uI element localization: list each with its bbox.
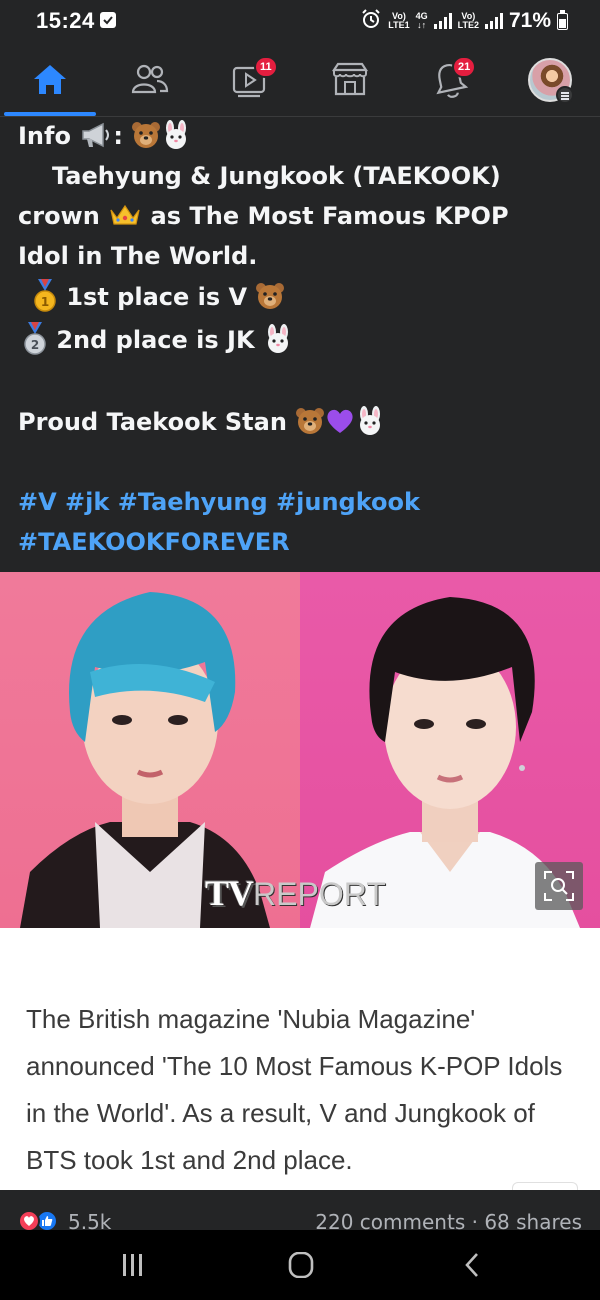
battery-icon (557, 9, 568, 30)
zoom-icon (544, 871, 574, 901)
tab-home[interactable] (0, 44, 100, 116)
tab-notifications[interactable]: 21 (400, 44, 500, 116)
hashtag-link[interactable]: #jungkook (276, 488, 420, 516)
post-line: 2 2nd place is JK (18, 319, 588, 362)
status-bar: 15:24 Vo) LTE1 4G ↓↑ Vo) LTE2 71% (0, 0, 600, 44)
back-button[interactable] (434, 1230, 514, 1300)
engagement-stats: 220 comments · 68 shares (315, 1210, 582, 1230)
gold-medal-icon: 1 (34, 279, 56, 312)
tab-marketplace[interactable] (300, 44, 400, 116)
marketplace-icon (331, 62, 369, 96)
notifications-badge: 21 (452, 56, 477, 78)
post-line: Proud Taekook Stan (18, 402, 588, 442)
status-time: 15:24 (36, 8, 95, 33)
post-line: Idol in The World. (18, 242, 258, 270)
tvreport-watermark: TVREPORT (205, 873, 386, 913)
post-photo[interactable]: TVREPORT (0, 572, 600, 928)
post-line: crown as The Most Famous KPOP (18, 202, 509, 230)
post-line: 1 1st place is V (18, 276, 588, 319)
stats-separator: · (471, 1210, 478, 1230)
article-preview[interactable]: The British magazine 'Nubia Magazine' an… (0, 928, 600, 1195)
bear-icon (132, 122, 161, 148)
signal-icon (484, 13, 503, 29)
status-icons: Vo) LTE1 4G ↓↑ Vo) LTE2 71% (360, 6, 568, 36)
post-line: Info : (18, 116, 588, 156)
back-icon (465, 1253, 478, 1277)
post-line: Taehyung & Jungkook (TAEKOOK) (52, 162, 501, 190)
silver-medal-icon: 2 (24, 322, 46, 355)
shares-link[interactable]: 68 shares (484, 1210, 582, 1230)
bunny-icon (267, 324, 288, 353)
network-type: 4G ↓↑ (415, 11, 428, 30)
bear-icon (256, 283, 285, 309)
hashtag-link[interactable]: #V (18, 488, 57, 516)
comments-link[interactable]: 220 comments (315, 1210, 465, 1230)
signal-icon (433, 13, 452, 29)
avatar-menu-icon (556, 86, 574, 104)
watch-badge: 11 (254, 56, 278, 78)
check-notification-icon (100, 12, 116, 28)
sim2-indicator: Vo) LTE2 (457, 11, 479, 30)
crown-icon (110, 204, 140, 225)
recents-button[interactable] (94, 1230, 174, 1300)
bear-icon (296, 408, 325, 434)
purple-heart-icon (327, 409, 353, 433)
reactions-bar: 5.5k 220 comments · 68 shares (0, 1190, 600, 1230)
home-icon (34, 65, 66, 94)
top-nav: 11 21 (0, 44, 600, 117)
hashtag-link[interactable]: #Taehyung (118, 488, 268, 516)
megaphone-icon (82, 122, 110, 148)
avatar[interactable] (528, 58, 574, 104)
tab-watch[interactable]: 11 (200, 44, 300, 116)
hashtag-line: #TAEKOOKFOREVER (18, 522, 588, 562)
alarm-icon (360, 8, 382, 34)
android-nav-bar (0, 1230, 600, 1300)
svg-text:2: 2 (31, 338, 39, 352)
bunny-icon (166, 120, 187, 149)
hashtag-line: #V #jk #Taehyung #jungkook (18, 482, 588, 522)
post-body: Info : Taehyung & Jungkook (TAEKOOK) cro… (18, 116, 588, 562)
reaction-icons[interactable] (18, 1210, 62, 1230)
hashtag-link[interactable]: #TAEKOOKFOREVER (18, 528, 290, 556)
battery-percent: 71% (508, 9, 551, 32)
article-text: The British magazine 'Nubia Magazine' an… (26, 1004, 563, 1175)
recents-icon (123, 1254, 142, 1276)
zoom-button[interactable] (535, 862, 583, 910)
tab-friends[interactable] (100, 44, 200, 116)
friends-icon (131, 64, 169, 94)
reaction-count[interactable]: 5.5k (68, 1210, 111, 1230)
sim1-indicator: Vo) LTE1 (388, 11, 410, 30)
love-reaction-icon (18, 1210, 40, 1230)
home-circle-icon (288, 1252, 314, 1278)
svg-text:1: 1 (41, 295, 49, 309)
bunny-icon (360, 406, 381, 435)
home-button[interactable] (262, 1230, 342, 1300)
hashtag-link[interactable]: #jk (65, 488, 109, 516)
